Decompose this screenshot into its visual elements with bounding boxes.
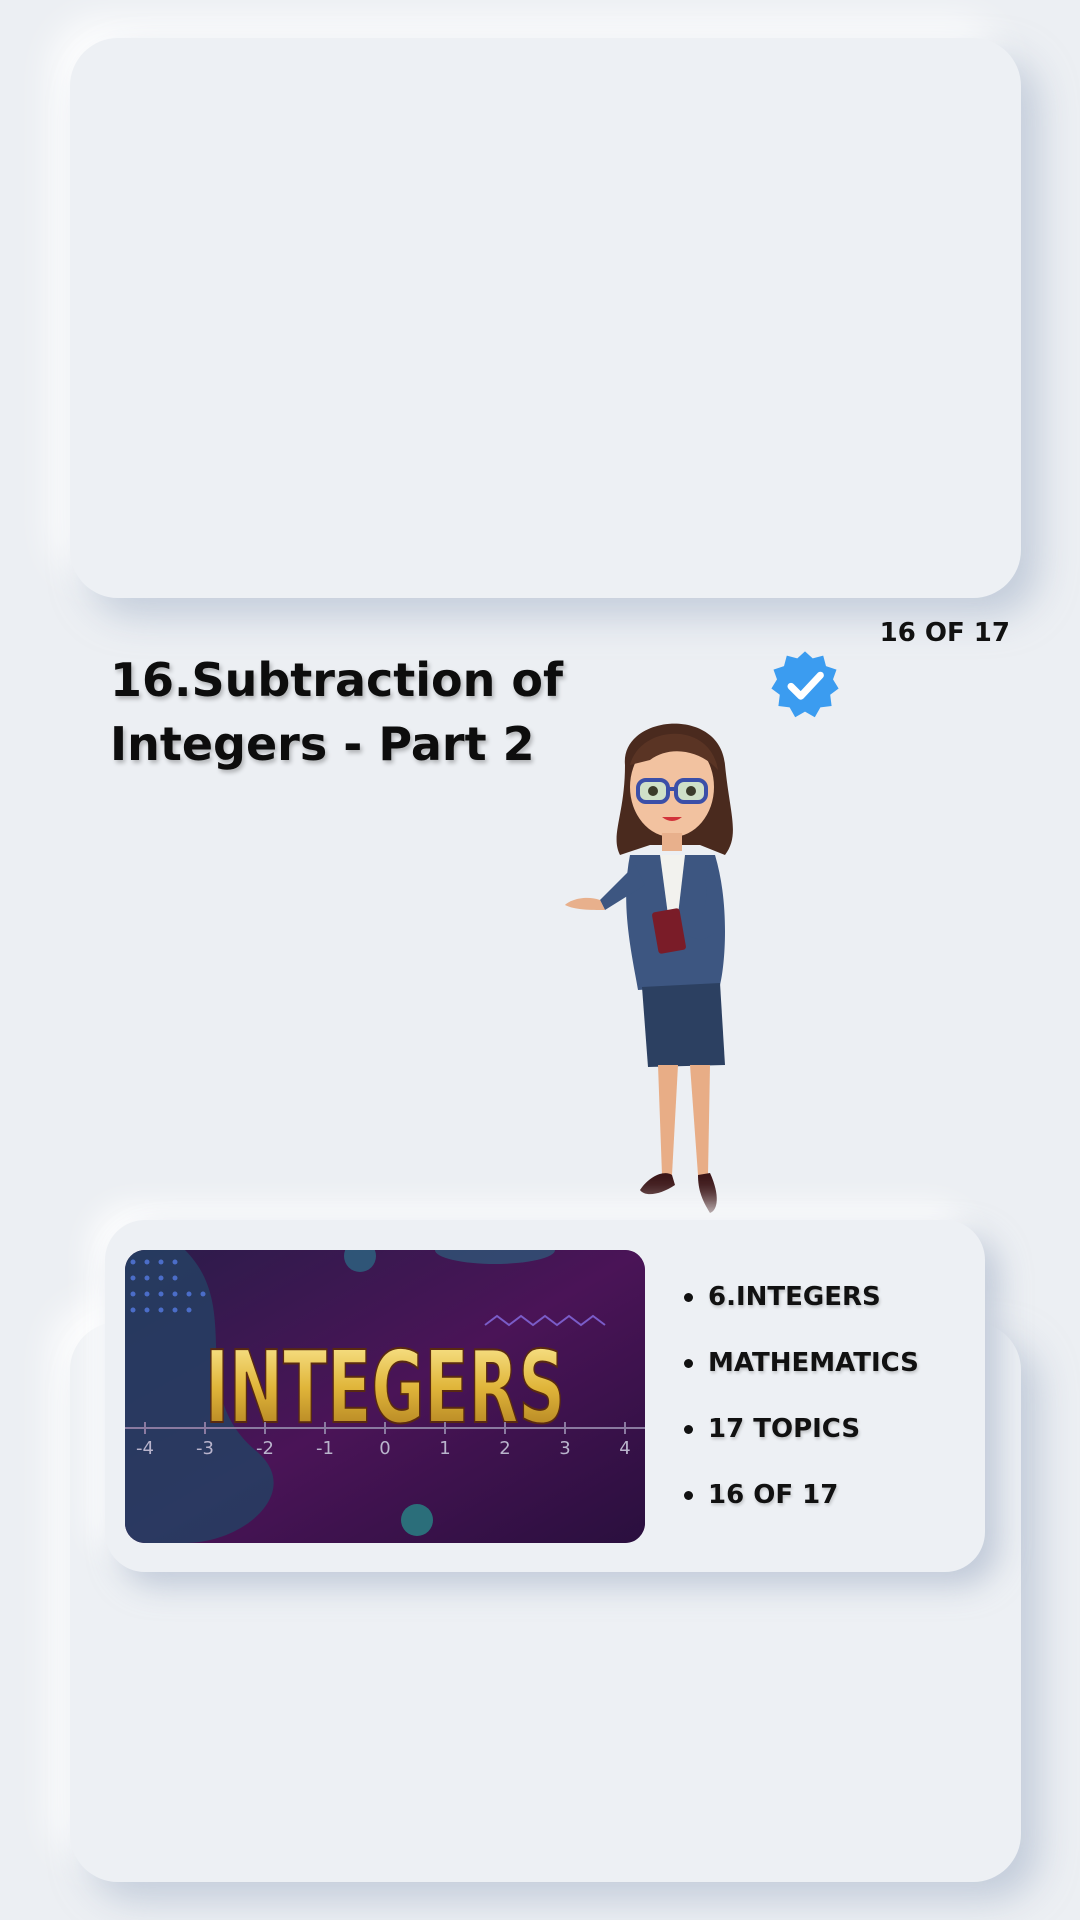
number-line-label: 3 <box>559 1438 570 1459</box>
fact-topic-count: 17 TOPICS <box>684 1407 919 1473</box>
number-line-label: -3 <box>196 1438 214 1459</box>
number-line-label: 4 <box>619 1438 630 1459</box>
course-thumbnail[interactable]: INTEGERS -4 -3 -2 -1 0 1 2 3 4 <box>125 1250 645 1543</box>
number-line-label: 2 <box>499 1438 510 1459</box>
lesson-page: 16 OF 17 16.Subtraction of Integers - Pa… <box>0 0 1080 1920</box>
lesson-counter: 16 OF 17 <box>879 618 1010 648</box>
fact-chapter: 6.INTEGERS <box>684 1275 919 1341</box>
teacher-illustration <box>565 723 733 1213</box>
number-line-label: -4 <box>136 1438 154 1459</box>
number-line-label: 0 <box>379 1438 390 1459</box>
number-line-label: -1 <box>316 1438 334 1459</box>
fact-progress: 16 OF 17 <box>684 1473 919 1539</box>
number-line-label: -2 <box>256 1438 274 1459</box>
course-facts-list: 6.INTEGERS MATHEMATICS 17 TOPICS 16 OF 1… <box>660 1275 919 1539</box>
verified-badge-icon <box>771 651 839 718</box>
video-player-card[interactable] <box>70 38 1021 598</box>
number-line-label: 1 <box>439 1438 450 1459</box>
fact-subject: MATHEMATICS <box>684 1341 919 1407</box>
